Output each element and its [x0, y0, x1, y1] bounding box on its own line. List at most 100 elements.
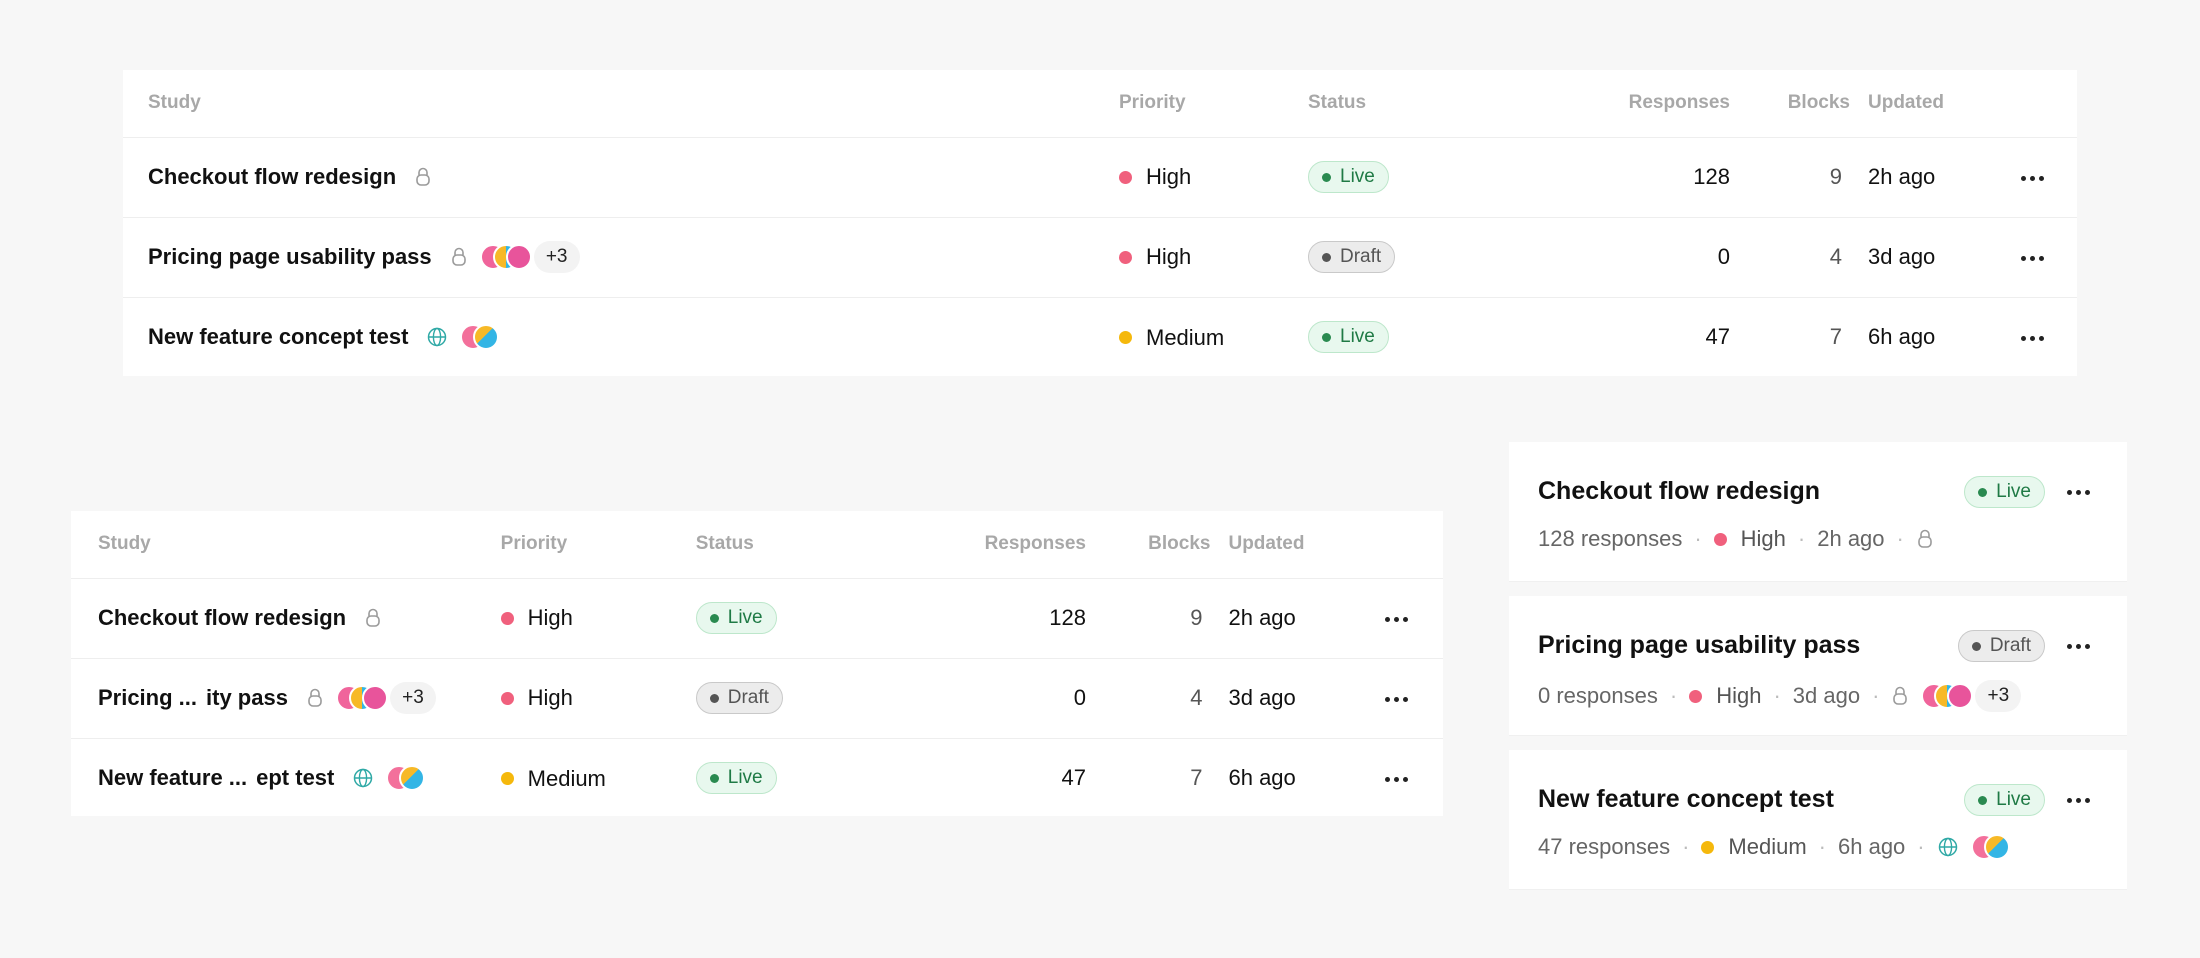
- column-header-updated[interactable]: Updated: [1210, 511, 1304, 579]
- more-options-icon[interactable]: [2017, 163, 2047, 193]
- card-title[interactable]: Checkout flow redesign: [1538, 477, 1820, 506]
- updated-time: 6h ago: [1838, 834, 1906, 859]
- status-badge: Live: [1308, 321, 1389, 354]
- column-header-priority[interactable]: Priority: [500, 511, 696, 579]
- updated-time: 2h ago: [1850, 137, 1935, 218]
- more-options-icon[interactable]: [2063, 477, 2093, 507]
- blocks-count: 9: [1730, 137, 1850, 218]
- card-title[interactable]: New feature concept test: [1538, 785, 1834, 814]
- priority-dot-icon: [1701, 840, 1715, 854]
- priority-dot-icon: [500, 772, 514, 785]
- status-label: Draft: [727, 687, 769, 708]
- updated-time: 3d ago: [1850, 217, 1935, 298]
- globe-icon: [1937, 836, 1959, 858]
- study-cell: Pricing page usability pass +3: [148, 241, 1119, 273]
- priority-cell: High: [1713, 526, 1786, 552]
- study-name[interactable]: New feature concept test: [148, 324, 408, 350]
- more-options-icon[interactable]: [1382, 604, 1412, 634]
- study-cell: New feature ... ept test: [98, 765, 501, 792]
- more-options-icon[interactable]: [2017, 324, 2047, 354]
- study-name[interactable]: Checkout flow redesign: [98, 605, 346, 631]
- status-label: Draft: [1989, 635, 2031, 656]
- priority-dot-icon: [500, 691, 514, 705]
- lock-icon: [306, 687, 324, 709]
- collaborator-avatars[interactable]: +3: [335, 682, 436, 714]
- updated-time: 2h ago: [1817, 526, 1885, 551]
- collaborator-avatars[interactable]: [386, 765, 426, 792]
- studies-table-wide: Study Priority Status Responses Blocks U…: [123, 70, 2077, 376]
- column-header-blocks[interactable]: Blocks: [1085, 511, 1211, 579]
- more-options-icon[interactable]: [2063, 631, 2093, 661]
- table-row[interactable]: New feature ... ept test Medium Live 47 …: [71, 738, 1443, 818]
- priority-dot-icon: [500, 611, 514, 625]
- responses-count: 0 responses: [1538, 683, 1658, 708]
- collaborator-avatars[interactable]: +3: [1921, 680, 2022, 712]
- study-name-start[interactable]: New feature ...: [98, 765, 247, 791]
- card-title[interactable]: Pricing page usability pass: [1538, 631, 1860, 660]
- study-card[interactable]: Checkout flow redesign Live 128 response…: [1509, 442, 2127, 582]
- table-header-row: Study Priority Status Responses Blocks U…: [71, 511, 1443, 579]
- responses-count: 0: [892, 658, 1086, 739]
- column-header-blocks[interactable]: Blocks: [1730, 70, 1850, 138]
- column-header-study[interactable]: Study: [97, 511, 501, 579]
- column-header-responses[interactable]: Responses: [1498, 70, 1730, 138]
- more-options-icon[interactable]: [1382, 765, 1412, 795]
- status-label: Live: [1996, 789, 2031, 810]
- priority-dot-icon: [1119, 250, 1132, 264]
- column-header-priority[interactable]: Priority: [1119, 70, 1308, 138]
- study-name-end[interactable]: ept test: [256, 765, 334, 791]
- column-header-status[interactable]: Status: [1308, 70, 1498, 138]
- status-badge: Live: [1308, 161, 1389, 193]
- lock-icon: [1891, 685, 1909, 707]
- priority-cell: High: [1119, 244, 1191, 270]
- more-collaborators-badge[interactable]: +3: [389, 682, 436, 714]
- column-header-status[interactable]: Status: [695, 511, 893, 579]
- more-options-icon[interactable]: [1382, 684, 1412, 714]
- blocks-count: 9: [1085, 578, 1211, 659]
- globe-icon: [352, 767, 374, 789]
- study-cell: Pricing ... ity pass +3: [98, 682, 501, 714]
- updated-time: 6h ago: [1228, 765, 1296, 791]
- more-options-icon[interactable]: [2063, 785, 2093, 815]
- blocks-count: 7: [1190, 765, 1203, 791]
- responses-count: 47: [1061, 765, 1086, 791]
- table-row[interactable]: Pricing page usability pass +3 High Draf…: [123, 217, 2077, 298]
- lock-icon: [450, 246, 468, 268]
- table-row[interactable]: Checkout flow redesign High Live 128 9 2…: [71, 578, 1443, 659]
- studies-table-narrow: Study Priority Status Responses Blocks U…: [71, 511, 1443, 816]
- column-header-updated[interactable]: Updated: [1850, 70, 1944, 138]
- more-collaborators-badge[interactable]: +3: [1975, 680, 2022, 712]
- table-row[interactable]: Checkout flow redesign High Live 128 9 2…: [123, 137, 2077, 218]
- priority-label: High: [1740, 526, 1786, 551]
- lock-icon: [364, 607, 382, 629]
- status-label: Live: [1996, 481, 2031, 502]
- column-header-study[interactable]: Study: [148, 70, 1119, 138]
- card-meta: 128 responses · High · 2h ago ·: [1538, 526, 1934, 552]
- collaborator-avatars[interactable]: [1970, 834, 2010, 860]
- table-row[interactable]: New feature concept test Medium Live 47 …: [123, 297, 2077, 377]
- more-options-icon[interactable]: [2017, 243, 2047, 273]
- status-badge: Live: [695, 762, 777, 795]
- blocks-count: 4: [1085, 658, 1211, 739]
- study-name[interactable]: Checkout flow redesign: [148, 164, 396, 190]
- more-collaborators-badge[interactable]: +3: [533, 241, 580, 273]
- study-name-end[interactable]: ity pass: [206, 685, 288, 711]
- avatar: [1947, 683, 1974, 709]
- study-name-start[interactable]: Pricing ...: [98, 685, 197, 711]
- priority-label: High: [527, 605, 573, 631]
- collaborator-avatars[interactable]: +3: [479, 241, 580, 273]
- collaborator-avatars[interactable]: [460, 324, 500, 351]
- priority-cell: High: [1689, 683, 1761, 709]
- status-badge: Live: [695, 602, 777, 634]
- table-row[interactable]: Pricing ... ity pass +3 High Draft 0 4 3…: [71, 658, 1443, 739]
- responses-count: 128 responses: [1538, 526, 1683, 551]
- blocks-count: 7: [1829, 324, 1842, 350]
- lock-icon: [414, 166, 432, 188]
- study-name[interactable]: Pricing page usability pass: [148, 244, 432, 270]
- avatar: [505, 244, 532, 270]
- column-header-responses[interactable]: Responses: [892, 511, 1086, 579]
- status-label: Live: [727, 607, 763, 628]
- priority-dot-icon: [1713, 532, 1727, 546]
- study-card[interactable]: Pricing page usability pass Draft 0 resp…: [1509, 596, 2127, 736]
- study-card[interactable]: New feature concept test Live 47 respons…: [1509, 750, 2127, 890]
